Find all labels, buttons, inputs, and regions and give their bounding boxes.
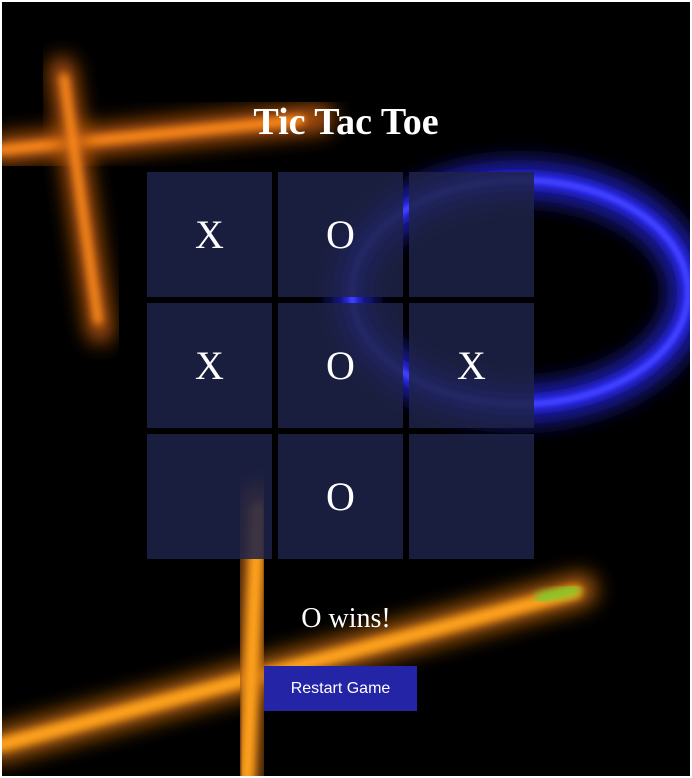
board-cell-7[interactable]	[147, 434, 272, 559]
game-screen: Tic Tac Toe X O X O X O O wins! Restart …	[0, 0, 692, 778]
board-cell-9[interactable]	[409, 434, 534, 559]
board-cell-5[interactable]: O	[278, 303, 403, 428]
board-cell-1[interactable]: X	[147, 172, 272, 297]
game-status: O wins!	[301, 603, 391, 634]
board-cell-4[interactable]: X	[147, 303, 272, 428]
restart-game-button[interactable]: Restart Game	[264, 666, 417, 711]
board-cell-6[interactable]: X	[409, 303, 534, 428]
board-cell-8[interactable]: O	[278, 434, 403, 559]
page-title: Tic Tac Toe	[253, 101, 439, 143]
game-board: X O X O X O	[147, 172, 534, 559]
board-cell-3[interactable]	[409, 172, 534, 297]
board-cell-2[interactable]: O	[278, 172, 403, 297]
